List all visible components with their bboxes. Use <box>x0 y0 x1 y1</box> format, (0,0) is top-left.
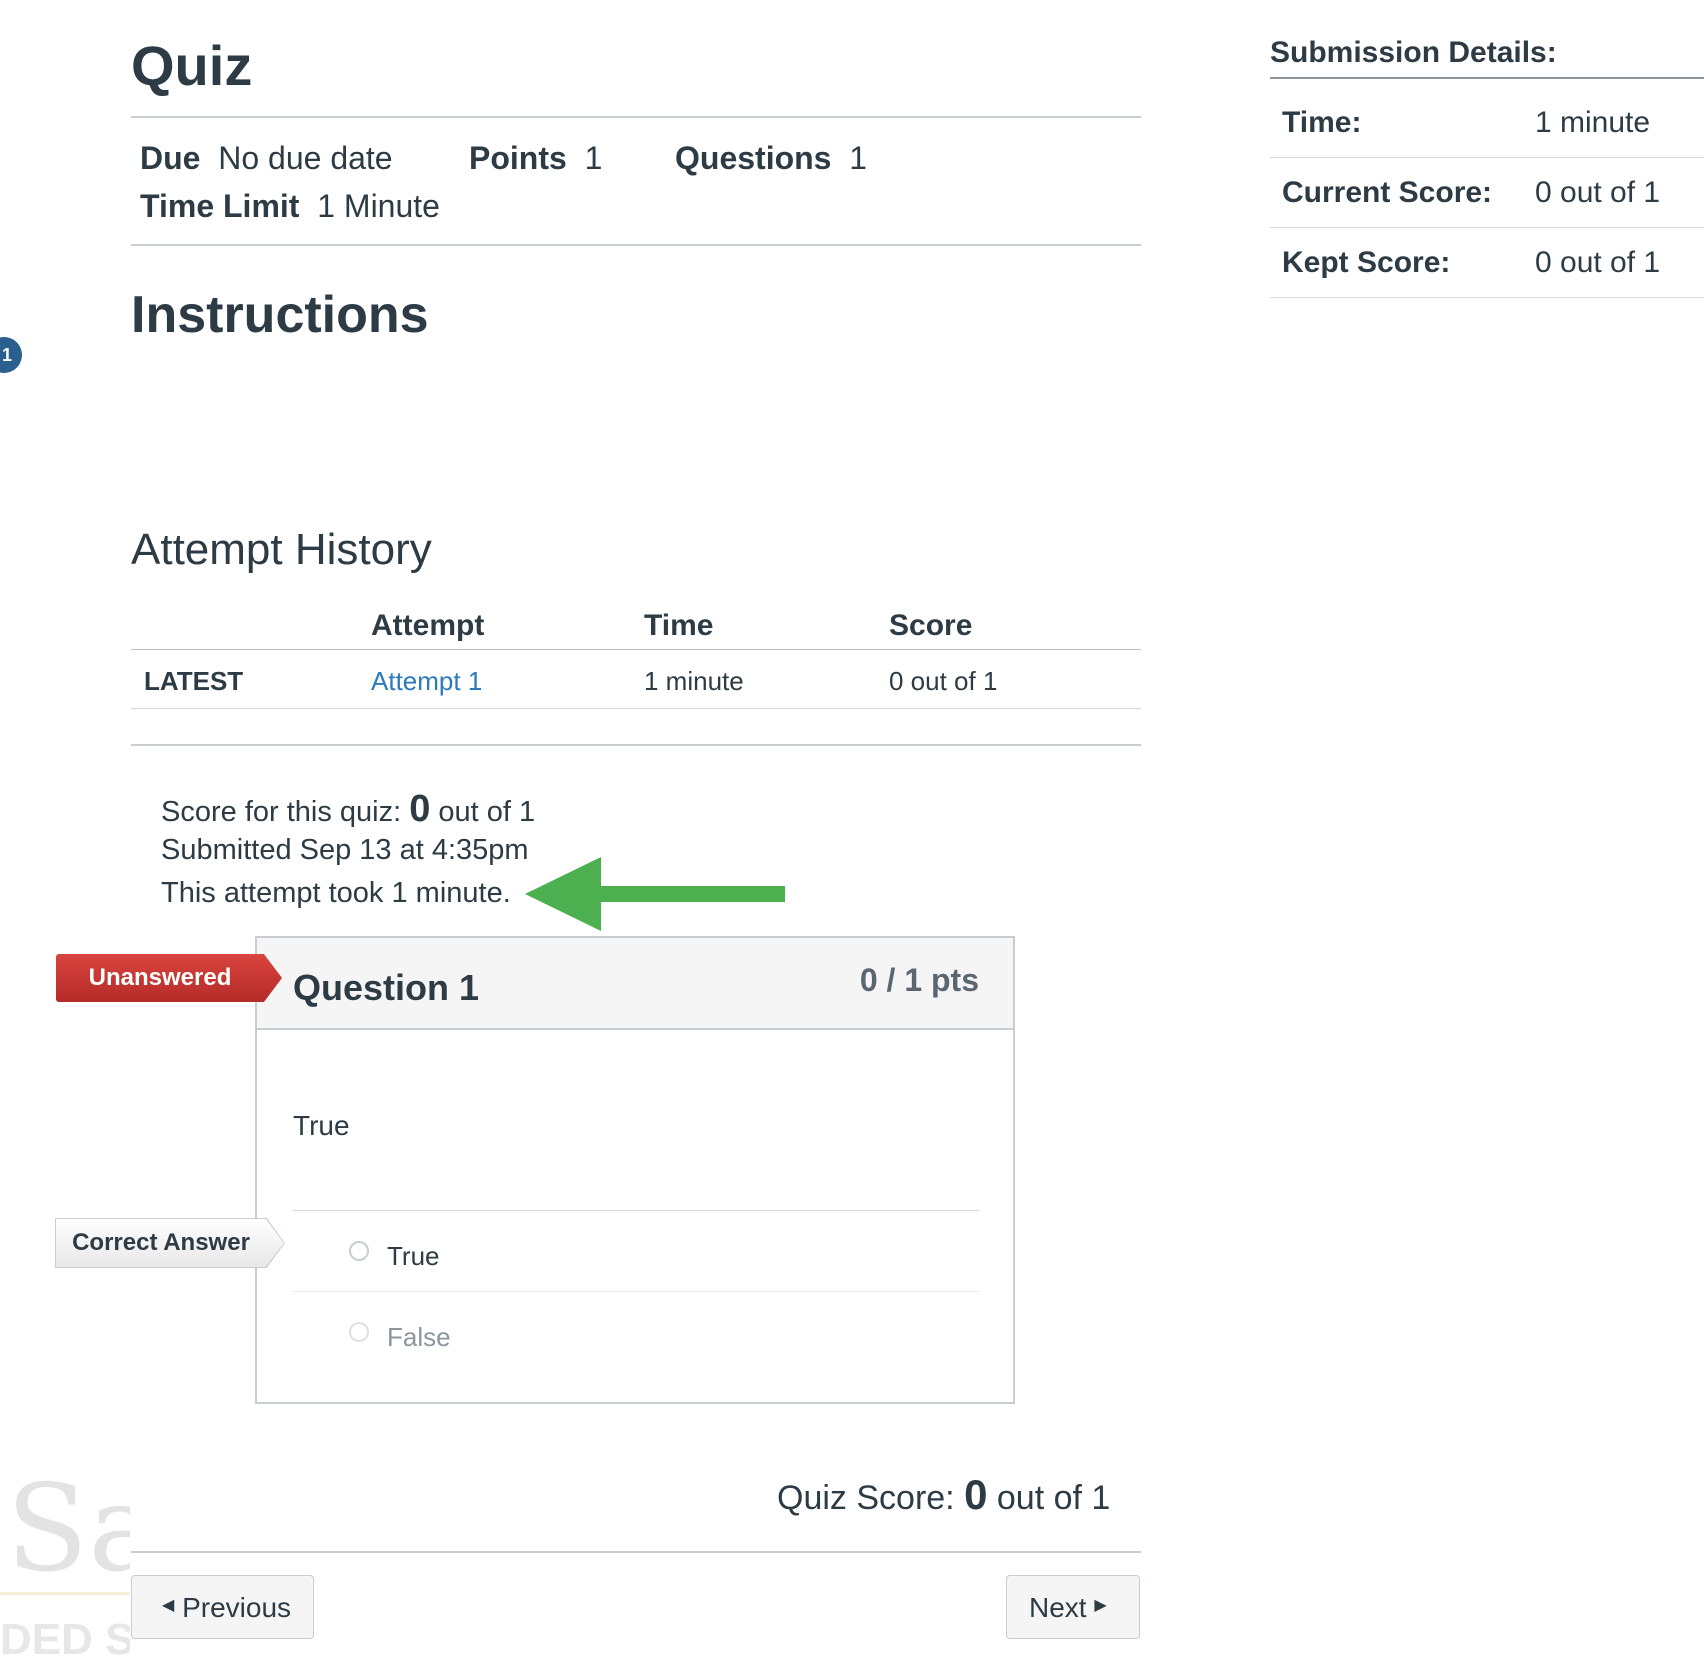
submission-row-divider <box>1270 297 1704 298</box>
column-header-attempt: Attempt <box>371 609 485 642</box>
correct-answer-flag: Correct Answer <box>56 1219 284 1267</box>
attempt-1-link[interactable]: Attempt 1 <box>371 668 482 694</box>
answer-label-true: True <box>387 1241 440 1271</box>
caret-left-icon: ◀ <box>162 1596 175 1614</box>
meta-divider <box>131 244 1141 246</box>
quiz-score-value: 0 <box>964 1471 988 1518</box>
green-arrow-icon <box>525 857 785 931</box>
quiz-score-suffix: out of 1 <box>996 1479 1111 1517</box>
time-limit-meta: Time Limit 1 Minute <box>140 190 440 222</box>
attempt-time: 1 minute <box>644 666 744 696</box>
submission-title-divider <box>1270 77 1704 79</box>
next-label: Next <box>1029 1592 1087 1623</box>
counter-badge[interactable]: 1 <box>0 337 22 373</box>
question-card: Question 1 0 / 1 pts True True False <box>255 936 1015 1404</box>
submission-time-label: Time: <box>1282 106 1362 139</box>
latest-tag: LATEST <box>144 666 244 696</box>
submission-row-divider <box>1270 157 1704 158</box>
answer-label-false: False <box>387 1322 451 1352</box>
table-bottom-divider <box>131 708 1141 709</box>
points-value: 1 <box>584 140 603 176</box>
quiz-score: Quiz Score: 0 out of 1 <box>777 1474 1110 1516</box>
score-summary: Score for this quiz: 0 out of 1 <box>161 790 535 828</box>
current-score-value: 0 out of 1 <box>1535 176 1661 209</box>
submission-details-title: Submission Details: <box>1270 36 1557 69</box>
question-title: Question 1 <box>293 967 480 1008</box>
time-limit-value: 1 Minute <box>317 188 440 224</box>
footer-divider <box>131 1551 1141 1553</box>
unanswered-flag: Unanswered <box>56 954 282 1002</box>
questions-value: 1 <box>849 140 868 176</box>
answer-option-false[interactable]: False <box>293 1292 981 1372</box>
kept-score-label: Kept Score: <box>1282 246 1451 279</box>
due-label: Due <box>140 140 201 176</box>
caret-right-icon: ▶ <box>1094 1596 1107 1614</box>
radio-true[interactable] <box>349 1241 369 1261</box>
title-divider <box>131 116 1141 118</box>
previous-label: Previous <box>182 1592 292 1623</box>
question-text: True <box>293 1110 350 1141</box>
submitted-time: Submitted Sep 13 at 4:35pm <box>161 834 529 866</box>
table-row: LATEST Attempt 1 1 minute 0 out of 1 <box>131 650 1141 708</box>
next-button[interactable]: Next ▶ <box>1006 1575 1140 1639</box>
watermark-rule <box>0 1592 130 1595</box>
column-header-score: Score <box>889 609 973 642</box>
points-label: Points <box>469 140 567 176</box>
kept-score-value: 0 out of 1 <box>1535 246 1661 279</box>
instructions-heading: Instructions <box>131 286 429 344</box>
points-meta: Points 1 <box>469 142 602 174</box>
attempt-history-heading: Attempt History <box>131 525 432 574</box>
score-prefix: Score for this quiz: <box>161 796 402 828</box>
section-divider <box>131 744 1141 746</box>
page-title: Quiz <box>131 34 253 97</box>
score-suffix: out of 1 <box>438 796 536 828</box>
column-header-time: Time <box>644 609 714 642</box>
due-meta: Due No due date <box>140 142 393 174</box>
time-limit-label: Time Limit <box>140 188 300 224</box>
attempt-duration: This attempt took 1 minute. <box>161 877 511 909</box>
question-points: 0 / 1 pts <box>859 962 979 998</box>
submission-time-value: 1 minute <box>1535 106 1651 139</box>
quiz-score-prefix: Quiz Score: <box>777 1479 955 1517</box>
radio-false[interactable] <box>349 1322 369 1342</box>
submission-row-divider <box>1270 227 1704 228</box>
answer-option-true[interactable]: True <box>293 1211 981 1291</box>
current-score-label: Current Score: <box>1282 176 1493 209</box>
question-header: Question 1 0 / 1 pts <box>257 938 1013 1030</box>
questions-label: Questions <box>675 140 832 176</box>
due-value: No due date <box>218 140 393 176</box>
watermark-subtext: DED S <box>0 1618 130 1662</box>
attempt-score: 0 out of 1 <box>889 666 998 696</box>
previous-button[interactable]: ◀ Previous <box>131 1575 314 1639</box>
score-value: 0 <box>409 788 431 830</box>
watermark-logo: Sa <box>6 1470 130 1590</box>
questions-meta: Questions 1 <box>675 142 867 174</box>
